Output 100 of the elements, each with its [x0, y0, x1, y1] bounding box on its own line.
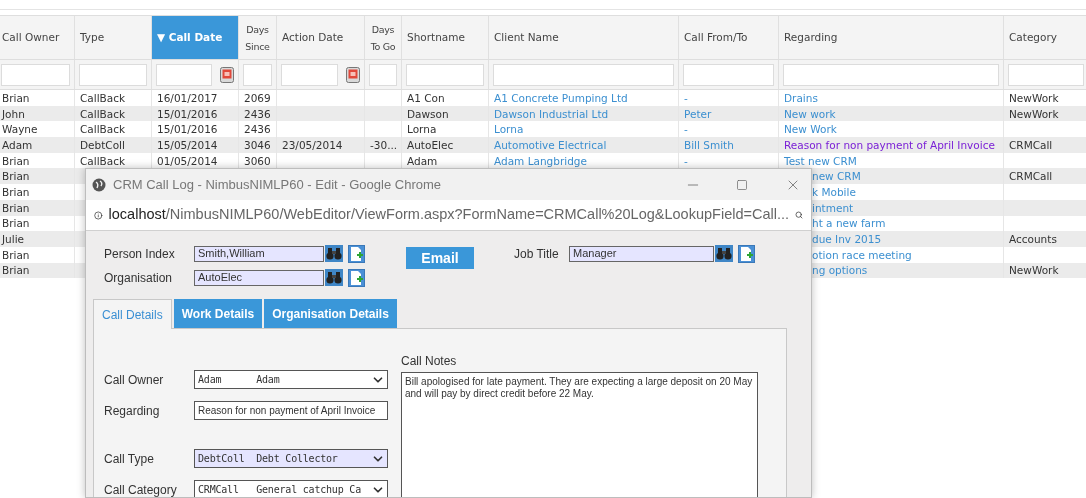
table-cell: Adam: [407, 153, 438, 168]
link[interactable]: New work: [784, 106, 836, 121]
tab[interactable]: Call Details: [93, 299, 172, 329]
link[interactable]: Reason for non payment of April Invoice: [784, 137, 995, 152]
table-cell: Wayne: [2, 122, 38, 137]
link[interactable]: due Inv 2015: [812, 232, 882, 247]
table-cell: 01/05/2014: [157, 153, 218, 168]
table-cell: Brian: [2, 263, 30, 278]
table-cell: NewWork: [1009, 90, 1059, 105]
table-cell: 15/01/2016: [157, 106, 218, 121]
table-cell: John: [2, 106, 25, 121]
table-cell: 15/01/2016: [157, 122, 218, 137]
add-page-icon[interactable]: [738, 244, 755, 263]
filter-field[interactable]: [281, 63, 338, 86]
table-cell: 15/05/2014: [157, 137, 218, 152]
link[interactable]: A1 Concrete Pumping Ltd: [494, 90, 628, 105]
link[interactable]: ht a new farm: [812, 216, 886, 231]
email-button[interactable]: Email: [406, 247, 474, 269]
filter-field[interactable]: [406, 63, 484, 86]
table-cell: 2436: [244, 122, 271, 137]
link[interactable]: -: [684, 153, 688, 168]
add-page-icon[interactable]: [348, 268, 365, 287]
field-label: Regarding: [104, 402, 161, 420]
dropdown[interactable]: Adam Adam: [194, 370, 388, 389]
table-cell: 23/05/2014: [282, 137, 343, 152]
table-cell: CRMCall: [1009, 137, 1053, 152]
table-cell: CallBack: [80, 122, 126, 137]
window-title: CRM Call Log - NimbusNIMLP60 - Edit - Google Chrome: [113, 175, 442, 194]
table-cell: NewWork: [1009, 263, 1059, 278]
table-cell: Lorna: [407, 122, 437, 137]
link[interactable]: Adam Langbridge: [494, 153, 587, 168]
table-cell: Brian: [2, 153, 30, 168]
table-cell: Dawson: [407, 106, 449, 121]
table-cell: Brian: [2, 90, 30, 105]
link[interactable]: -: [684, 122, 688, 137]
table-cell: CallBack: [80, 153, 126, 168]
link[interactable]: otion race meeting: [812, 247, 912, 262]
job-title-field[interactable]: Manager: [569, 245, 714, 262]
table-cell: DebtColl: [80, 137, 125, 152]
table-cell: Accounts: [1009, 232, 1057, 247]
notes-field[interactable]: Bill apologised for late payment. They are expecting a large deposit on 20 May and will pay by direct credit before 22 May.: [401, 372, 758, 497]
link[interactable]: k Mobile: [812, 184, 856, 199]
field-label: Call Type: [104, 450, 155, 468]
add-page-icon[interactable]: [348, 244, 365, 263]
table-cell: Julie: [2, 232, 25, 247]
field-label: Call Owner: [104, 371, 165, 389]
lookup-field[interactable]: Smith,William: [194, 245, 324, 262]
table-cell: CRMCall: [1009, 169, 1053, 184]
link[interactable]: Bill Smith: [684, 137, 734, 152]
link[interactable]: Lorna: [494, 122, 524, 137]
filter-field[interactable]: [156, 63, 212, 86]
link[interactable]: New Work: [784, 122, 837, 137]
link[interactable]: Peter: [684, 106, 712, 121]
column-header[interactable]: ▼ Call Date: [152, 16, 239, 59]
calendar-icon[interactable]: [220, 66, 234, 83]
table-cell: 2436: [244, 106, 271, 121]
table-cell: NewWork: [1009, 106, 1059, 121]
table-cell: 2069: [244, 90, 271, 105]
table-cell: AutoElec: [407, 137, 454, 152]
table-cell: Brian: [2, 200, 30, 215]
table-cell: 3046: [244, 137, 271, 152]
maximize-icon[interactable]: [736, 178, 748, 191]
lookup-field[interactable]: AutoElec: [194, 269, 324, 286]
link[interactable]: -: [684, 90, 688, 105]
field-label: Person Index: [104, 245, 176, 263]
table-cell: Brian: [2, 169, 30, 184]
link[interactable]: Automotive Electrical: [494, 137, 607, 152]
dropdown[interactable]: DebtColl Debt Collector: [194, 449, 388, 468]
input-field[interactable]: Reason for non payment of April Invoice: [194, 401, 388, 420]
filter-field[interactable]: [683, 63, 774, 86]
filter-field[interactable]: [369, 63, 397, 86]
filter-field[interactable]: [79, 63, 147, 86]
field-label: Organisation: [104, 269, 174, 287]
binoculars-icon[interactable]: [715, 245, 733, 262]
binoculars-icon[interactable]: [325, 269, 343, 286]
filter-field[interactable]: [1, 63, 70, 86]
filter-field[interactable]: [783, 63, 999, 86]
dropdown[interactable]: CRMCall General catchup Ca: [194, 480, 388, 497]
link[interactable]: intment: [812, 200, 854, 215]
binoculars-icon[interactable]: [325, 245, 343, 262]
table-cell: Brian: [2, 247, 30, 262]
table-cell: Adam: [2, 137, 33, 152]
link[interactable]: Drains: [784, 90, 818, 105]
table-cell: Brian: [2, 216, 30, 231]
tab[interactable]: Organisation Details: [264, 299, 397, 328]
link[interactable]: Test new CRM: [784, 153, 857, 168]
filter-field[interactable]: [1008, 63, 1084, 86]
field-label: Call Category: [104, 481, 178, 497]
filter-field[interactable]: [493, 63, 674, 86]
table-cell: 3060: [244, 153, 271, 168]
link[interactable]: Dawson Industrial Ltd: [494, 106, 609, 121]
link[interactable]: new CRM: [812, 169, 861, 184]
table-cell: CallBack: [80, 90, 126, 105]
table-cell: 16/01/2017: [157, 90, 218, 105]
filter-field[interactable]: [243, 63, 272, 86]
column-header[interactable]: Call Owner: [0, 16, 75, 59]
tab[interactable]: Work Details: [173, 299, 263, 328]
table-cell: A1 Con: [407, 90, 445, 105]
calendar-icon[interactable]: [346, 66, 360, 83]
link[interactable]: ng options: [812, 263, 868, 278]
